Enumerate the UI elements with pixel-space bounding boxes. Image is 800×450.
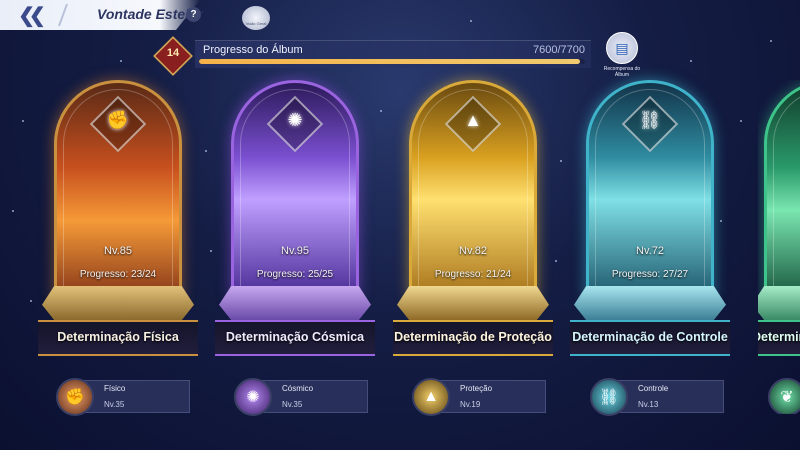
tag-name: Físico xyxy=(104,384,126,393)
cosmic-swirl-icon: ✺ xyxy=(234,378,272,416)
tag-partial[interactable]: ❦ xyxy=(768,378,800,414)
back-button[interactable]: ❮❮ xyxy=(10,3,48,27)
tag-name: Controle xyxy=(638,384,669,393)
card-base xyxy=(42,286,194,320)
tag-protection[interactable]: ▲ Proteção Nv.19 xyxy=(412,378,572,416)
double-chevron-left-icon: ❮❮ xyxy=(18,4,45,27)
card-name: Determinação Física xyxy=(57,330,179,344)
fist-icon: ✊ xyxy=(56,378,94,416)
card-row: ✊ Nv.85 Progresso: 23/24 Determinação Fí… xyxy=(0,80,800,370)
tag-box xyxy=(614,380,724,413)
progress-fill xyxy=(199,59,580,64)
card-progress: Progresso: 21/24 xyxy=(434,269,512,280)
card-level: Nv.95 xyxy=(281,245,309,257)
tag-cosmic[interactable]: ✺ Cósmico Nv.35 xyxy=(234,378,394,416)
chain-link-icon: ⛓ xyxy=(590,378,628,416)
card-level: Nv.82 xyxy=(459,245,487,257)
tag-level: Nv.13 xyxy=(638,400,659,409)
cosmic-swirl-icon: ✺ xyxy=(287,110,303,130)
tag-level: Nv.35 xyxy=(104,400,125,409)
card-base xyxy=(574,286,726,320)
album-progress: 14 Progresso do Álbum 7600/7700 xyxy=(153,36,595,76)
overview-label: Visão Geral xyxy=(245,21,267,26)
album-reward-button[interactable]: ▤ Recompensa do Álbum xyxy=(602,32,642,78)
progress-panel: Progresso do Álbum 7600/7700 xyxy=(195,40,591,68)
card-control[interactable]: ⛓ Nv.72 Progresso: 27/27 Determinação de… xyxy=(570,80,730,362)
card-base xyxy=(758,286,800,320)
card-base xyxy=(397,286,549,320)
card-progress: Progresso: 27/27 xyxy=(611,269,689,280)
card-cosmic[interactable]: ✺ Nv.95 Progresso: 25/25 Determinação Có… xyxy=(215,80,375,362)
card-level: Nv.72 xyxy=(636,245,664,257)
album-reward-label: Recompensa do Álbum xyxy=(603,66,641,78)
shield-spire-icon: ▲ xyxy=(412,378,450,416)
tag-name: Proteção xyxy=(460,384,493,393)
card-partial[interactable]: Determin xyxy=(758,80,800,362)
shield-spire-icon: ▲ xyxy=(464,110,482,130)
top-bar: ❮❮ Vontade Estelar ? Visão Geral xyxy=(0,0,270,30)
card-name: Determinação de Proteção xyxy=(394,330,552,344)
leaf-icon: ❦ xyxy=(768,378,800,414)
tag-level: Nv.35 xyxy=(282,400,303,409)
progress-label: Progresso do Álbum xyxy=(203,44,303,56)
help-icon[interactable]: ? xyxy=(186,7,201,22)
card-physical[interactable]: ✊ Nv.85 Progresso: 23/24 Determinação Fí… xyxy=(38,80,198,362)
card-level: Nv.85 xyxy=(104,245,132,257)
tag-level: Nv.19 xyxy=(460,400,481,409)
card-progress: Progresso: 23/24 xyxy=(79,269,157,280)
book-icon: ▤ xyxy=(606,32,638,64)
fist-icon: ✊ xyxy=(106,110,130,130)
chain-link-icon: ⛓ xyxy=(638,110,662,130)
card-name: Determinação de Controle xyxy=(572,330,728,344)
card-name: Determinação Cósmica xyxy=(225,330,365,344)
card-art xyxy=(764,80,800,298)
overview-button[interactable]: Visão Geral xyxy=(242,6,270,30)
tag-control[interactable]: ⛓ Controle Nv.13 xyxy=(590,378,750,416)
tag-name: Cósmico xyxy=(282,384,314,393)
level-number: 14 xyxy=(166,47,180,59)
card-protection[interactable]: ▲ Nv.82 Progresso: 21/24 Determinação de… xyxy=(393,80,553,362)
progress-value: 7600/7700 xyxy=(533,44,585,56)
tag-box xyxy=(80,380,190,413)
progress-track xyxy=(199,59,585,64)
card-progress: Progresso: 25/25 xyxy=(256,269,334,280)
tag-physical[interactable]: ✊ Físico Nv.35 xyxy=(56,378,216,416)
card-name: Determin xyxy=(758,330,800,344)
card-base xyxy=(219,286,371,320)
